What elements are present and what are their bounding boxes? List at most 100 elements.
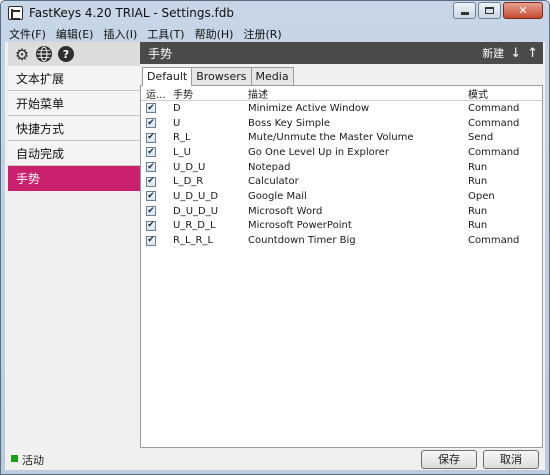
- new-button[interactable]: 新建: [482, 45, 504, 61]
- sidebar-item-start-menu[interactable]: 开始菜单: [8, 91, 140, 116]
- row-cell-checkbox: ✔: [141, 103, 169, 114]
- table-row[interactable]: ✔ L_D_R Calculator Run: [141, 174, 542, 189]
- menu-register[interactable]: 注册(R): [238, 25, 286, 41]
- table-row[interactable]: ✔ U_R_D_L Microsoft PowerPoint Run: [141, 219, 542, 234]
- column-header-description[interactable]: 描述: [248, 86, 466, 101]
- mode-cell: Command: [468, 102, 520, 114]
- table-row[interactable]: ✔ R_L Mute/Unmute the Master Volume Send: [141, 130, 542, 145]
- description-cell: Boss Key Simple: [248, 117, 331, 129]
- enabled-checkbox[interactable]: ✔: [146, 103, 156, 114]
- maximize-button[interactable]: [478, 2, 501, 19]
- move-down-icon[interactable]: ↓: [510, 47, 521, 60]
- table-row[interactable]: ✔ D Minimize Active Window Command: [141, 101, 542, 116]
- sidebar-nav: 文本扩展 开始菜单 快捷方式 自动完成 手势: [8, 66, 140, 191]
- cancel-button[interactable]: 取消: [483, 450, 539, 469]
- row-cell-checkbox: ✔: [141, 118, 169, 129]
- mode-cell: Run: [468, 176, 488, 188]
- sidebar-item-shortcuts[interactable]: 快捷方式: [8, 116, 140, 141]
- enabled-checkbox[interactable]: ✔: [146, 162, 156, 173]
- close-icon: ✕: [518, 4, 528, 17]
- row-cell-checkbox: ✔: [141, 235, 169, 246]
- menu-edit[interactable]: 编辑(E): [51, 25, 99, 41]
- column-header-gesture[interactable]: 手势: [169, 86, 248, 101]
- tab-browsers[interactable]: Browsers: [191, 67, 252, 85]
- gesture-cell: L_D_R: [173, 176, 204, 188]
- enabled-checkbox[interactable]: ✔: [146, 176, 156, 187]
- description-cell: Countdown Timer Big: [248, 235, 356, 247]
- sidebar: ⚙ ? 文本扩展 开始菜单 快捷方式 自动完成 手势: [8, 42, 140, 192]
- fastkeys-app-icon: [8, 6, 23, 20]
- tab-default[interactable]: Default: [142, 67, 193, 86]
- minimize-button[interactable]: [453, 2, 476, 19]
- description-cell: Google Mail: [248, 190, 307, 202]
- mode-cell: Send: [468, 132, 494, 144]
- gesture-cell: D: [173, 102, 181, 114]
- row-cell-checkbox: ✔: [141, 220, 169, 231]
- tab-media[interactable]: Media: [250, 67, 294, 85]
- table-row[interactable]: ✔ L_U Go One Level Up in Explorer Command: [141, 145, 542, 160]
- enabled-checkbox[interactable]: ✔: [146, 220, 156, 231]
- table-row[interactable]: ✔ U_D_U Notepad Run: [141, 160, 542, 175]
- sidebar-item-text-expansion[interactable]: 文本扩展: [8, 66, 140, 91]
- gesture-cell: R_L_R_L: [173, 235, 214, 247]
- table-row[interactable]: ✔ R_L_R_L Countdown Timer Big Command: [141, 233, 542, 248]
- gesture-cell: U_D_U_D: [173, 190, 219, 202]
- tab-strip: Default Browsers Media: [142, 67, 294, 86]
- panel-header: 手势 新建 ↓ ↑: [140, 42, 543, 64]
- table-row[interactable]: ✔ U_D_U_D Google Mail Open: [141, 189, 542, 204]
- gesture-cell: L_U: [173, 146, 191, 158]
- row-cell-checkbox: ✔: [141, 147, 169, 158]
- help-icon[interactable]: ?: [58, 46, 74, 62]
- mode-cell: Command: [468, 146, 520, 158]
- enabled-checkbox[interactable]: ✔: [146, 118, 156, 129]
- gesture-cell: D_U_D_U: [173, 205, 219, 217]
- gesture-cell: U_D_U: [173, 161, 206, 173]
- mode-cell: Command: [468, 117, 520, 129]
- menu-insert[interactable]: 插入(I): [98, 25, 142, 41]
- sidebar-toolbar: ⚙ ?: [8, 42, 140, 66]
- sidebar-item-gestures[interactable]: 手势: [8, 166, 140, 191]
- description-cell: Minimize Active Window: [248, 102, 370, 114]
- description-cell: Notepad: [248, 161, 291, 173]
- enabled-checkbox[interactable]: ✔: [146, 191, 156, 202]
- status-indicator-icon: [11, 455, 18, 462]
- close-button[interactable]: ✕: [503, 2, 543, 19]
- description-cell: Calculator: [248, 176, 299, 188]
- menu-file[interactable]: 文件(F): [4, 25, 51, 41]
- menu-help[interactable]: 帮助(H): [190, 25, 239, 41]
- main-panel: 手势 新建 ↓ ↑ Default Browsers Media 运... 手势…: [140, 42, 543, 448]
- row-cell-checkbox: ✔: [141, 206, 169, 217]
- mode-cell: Command: [468, 235, 520, 247]
- globe-icon[interactable]: [36, 46, 52, 62]
- title-bar[interactable]: FastKeys 4.20 TRIAL - Settings.fdb ✕: [1, 1, 549, 25]
- table-row[interactable]: ✔ U Boss Key Simple Command: [141, 116, 542, 131]
- gesture-table: 运... 手势 描述 模式 ✔ D Minimize Active Window Co…: [140, 85, 543, 448]
- column-header-active[interactable]: 运...: [141, 86, 169, 101]
- maximize-icon: [485, 7, 494, 14]
- menu-bar: 文件(F) 编辑(E) 插入(I) 工具(T) 帮助(H) 注册(R): [4, 25, 546, 41]
- enabled-checkbox[interactable]: ✔: [146, 206, 156, 217]
- sidebar-item-autocomplete[interactable]: 自动完成: [8, 141, 140, 166]
- row-cell-checkbox: ✔: [141, 162, 169, 173]
- row-cell-checkbox: ✔: [141, 176, 169, 187]
- status-text: 活动: [22, 454, 44, 467]
- table-row[interactable]: ✔ D_U_D_U Microsoft Word Run: [141, 204, 542, 219]
- panel-title: 手势: [148, 46, 173, 61]
- table-body: ✔ D Minimize Active Window Command ✔ U Boss Ke…: [141, 101, 542, 248]
- window-title: FastKeys 4.20 TRIAL - Settings.fdb: [29, 6, 235, 20]
- mode-cell: Open: [468, 190, 495, 202]
- column-header-mode[interactable]: 模式: [466, 86, 540, 101]
- description-cell: Go One Level Up in Explorer: [248, 146, 389, 158]
- description-cell: Mute/Unmute the Master Volume: [248, 132, 414, 144]
- menu-tools[interactable]: 工具(T): [142, 25, 189, 41]
- mode-cell: Run: [468, 161, 488, 173]
- enabled-checkbox[interactable]: ✔: [146, 235, 156, 246]
- gear-icon[interactable]: ⚙: [14, 45, 30, 64]
- gesture-cell: R_L: [173, 132, 191, 144]
- app-window: FastKeys 4.20 TRIAL - Settings.fdb ✕ 文件(…: [0, 0, 550, 475]
- description-cell: Microsoft Word: [248, 205, 323, 217]
- enabled-checkbox[interactable]: ✔: [146, 132, 156, 143]
- enabled-checkbox[interactable]: ✔: [146, 147, 156, 158]
- save-button[interactable]: 保存: [421, 450, 477, 469]
- move-up-icon[interactable]: ↑: [527, 47, 538, 60]
